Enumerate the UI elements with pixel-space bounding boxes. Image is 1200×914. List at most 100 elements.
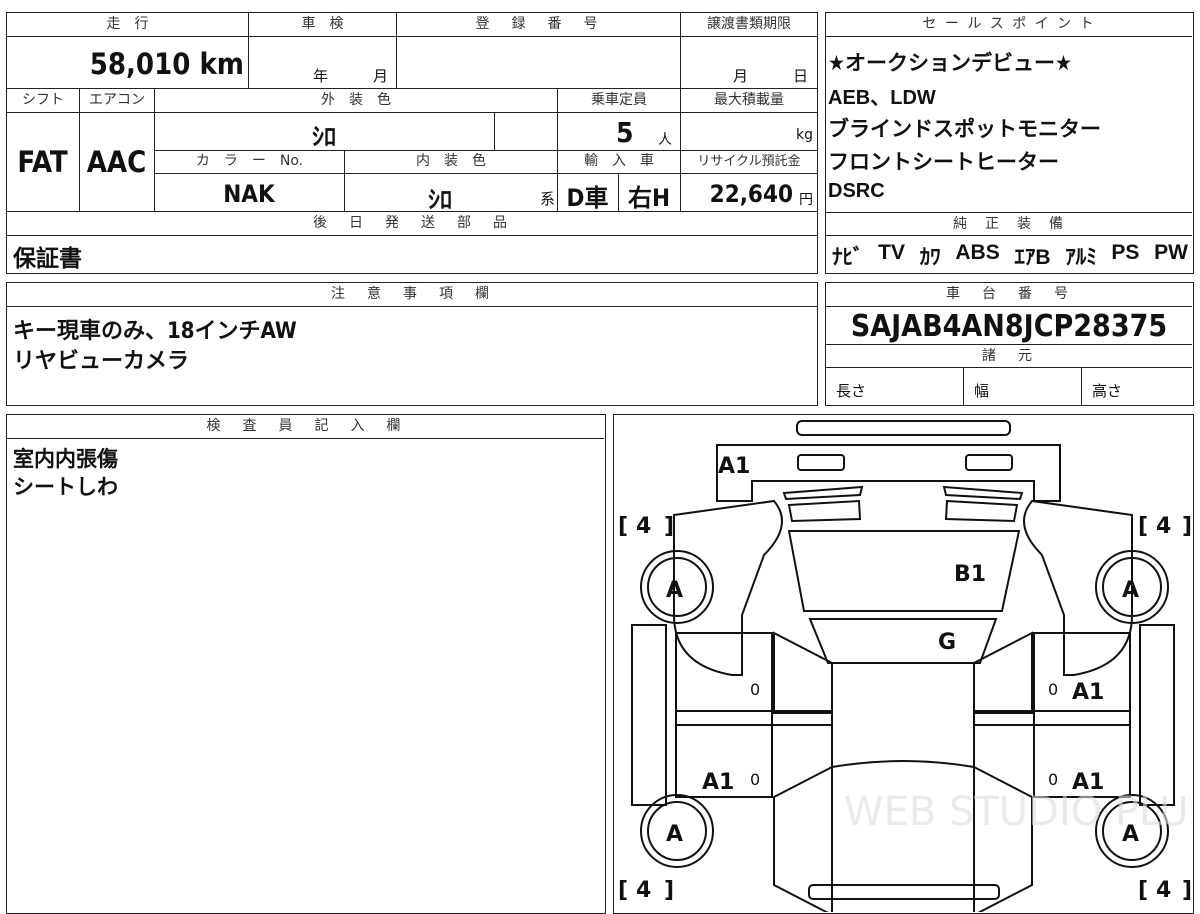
capacity-label: 乗車定員 — [558, 89, 681, 113]
notes-label: 注 意 事 項 欄 — [7, 283, 817, 307]
sales-points-box: セ ー ル ス ポ イ ン ト ★オークションデビュー★ AEB、LDW ブライ… — [825, 12, 1194, 274]
steering-value: 右H — [627, 184, 671, 212]
steering-cell: 右H — [619, 174, 681, 212]
windshield — [808, 618, 998, 664]
exterior-cell: ｼﾛ — [155, 113, 495, 151]
interior-cell: ｼﾛ 系 — [345, 174, 558, 214]
transfer-cell: 月 日 — [681, 37, 817, 89]
tread-front-right: 4 — [1156, 514, 1171, 539]
tread-bracket-left: [ — [1138, 514, 1148, 539]
later-parts-label: 後 日 発 送 部 品 — [7, 212, 817, 236]
maxload-cell: kg — [681, 113, 817, 151]
front-left-fender — [673, 499, 783, 676]
car-diagram: WEB STUDIO PLUS [ 4 ] [ 4 ] [ 4 ] [ 4 ] … — [618, 420, 1192, 912]
roof — [831, 662, 975, 912]
tread-bracket-left: [ — [618, 514, 628, 539]
maxload-label: 最大積載量 — [681, 89, 817, 113]
car-diagram-box: WEB STUDIO PLUS [ 4 ] [ 4 ] [ 4 ] [ 4 ] … — [613, 414, 1194, 914]
sales-line-1: ★オークションデビュー★ — [828, 51, 1072, 75]
capacity-cell: 5 人 — [558, 113, 681, 151]
equipment-item: ﾅﾋﾞ — [832, 246, 864, 269]
mark-door-front-right: A1 — [1072, 680, 1104, 705]
length-label: 長さ — [836, 382, 867, 400]
shift-cell: FAT — [7, 113, 80, 212]
interior-suffix: 系 — [539, 190, 555, 208]
notes-line-2: リヤビューカメラ — [13, 349, 190, 374]
tread-bracket-right: ] — [1182, 514, 1192, 539]
height-cell: 高さ — [1082, 368, 1192, 405]
mileage-value: 58,010 km — [89, 47, 244, 81]
tread-bracket-left: [ — [618, 878, 628, 903]
notes-line-1: キー現車のみ、18インチAW — [13, 319, 297, 344]
equipment-label: 純 正 装 備 — [826, 212, 1192, 236]
registration-value — [397, 37, 681, 89]
mark-front-bumper: A1 — [718, 454, 750, 479]
zero-mark: 0 — [750, 680, 760, 699]
sales-line-5: DSRC — [828, 180, 885, 202]
inspection-label: 車 検 — [249, 13, 397, 37]
zero-mark: 0 — [1048, 770, 1058, 789]
exterior-extra-cell — [495, 113, 558, 151]
transfer-month: 月 — [733, 67, 749, 85]
sales-line-4: フロントシートヒーター — [828, 150, 1059, 174]
exterior-value: ｼﾛ — [312, 123, 336, 151]
sales-points-label: セ ー ル ス ポ イ ン ト — [826, 13, 1192, 37]
mark-door-rear-left: A1 — [702, 770, 734, 795]
shift-value: FAT — [17, 145, 68, 179]
inspector-line-2: シートしわ — [13, 475, 118, 499]
color-no-value: NAK — [223, 180, 275, 208]
mark-wheel-rear-right: A — [1122, 822, 1139, 847]
grille-left — [782, 485, 864, 501]
height-label: 高さ — [1092, 382, 1123, 400]
inspection-month: 月 — [373, 67, 389, 85]
rear-bumper — [808, 884, 1000, 900]
equipment-item: ｶﾜ — [919, 246, 941, 269]
zero-mark: 0 — [750, 770, 760, 789]
exterior-label: 外 装 色 — [155, 89, 558, 113]
zero-mark: 0 — [1048, 680, 1058, 699]
headlight-right — [965, 454, 1013, 471]
inspector-line-1: 室内内張傷 — [13, 447, 118, 471]
tread-front-left: 4 — [636, 514, 651, 539]
notes-box: 注 意 事 項 欄 キー現車のみ、18インチAW リヤビューカメラ — [6, 282, 818, 406]
mark-hood: B1 — [954, 562, 986, 587]
fog-left — [787, 499, 862, 523]
color-no-label: カ ラ ー No. — [155, 151, 345, 174]
interior-value: ｼﾛ — [428, 186, 452, 214]
chassis-number: SAJAB4AN8JCP28375 — [850, 309, 1168, 344]
equipment-item: ｱﾙﾐ — [1065, 246, 1097, 269]
tread-rear-right: 4 — [1156, 878, 1171, 903]
sales-line-2: AEB、LDW — [828, 87, 936, 109]
watermark: WEB STUDIO PLUS — [844, 789, 1192, 835]
tread-bracket-right: ] — [664, 878, 674, 903]
tread-bracket-left: [ — [1138, 878, 1148, 903]
aircon-value: AAC — [86, 145, 147, 179]
equipment-item: PW — [1154, 241, 1188, 264]
import-value: D車 — [566, 184, 609, 212]
a-pillar-left — [773, 631, 833, 714]
capacity-unit: 人 — [658, 132, 672, 148]
tread-rear-left: 4 — [636, 878, 651, 903]
mileage-label: 走 行 — [7, 13, 249, 37]
recycle-unit: 円 — [799, 192, 813, 208]
aircon-cell: AAC — [80, 113, 155, 212]
recycle-label: リサイクル預託金 — [681, 151, 817, 174]
equipment-item: TV — [878, 241, 906, 264]
headlight-left — [797, 454, 845, 471]
side-right — [1139, 624, 1175, 806]
inspector-box: 検 査 員 記 入 欄 室内内張傷 シートしわ — [6, 414, 606, 914]
front-bumper-strip — [796, 420, 1011, 436]
import-cell: D車 — [558, 174, 619, 212]
mileage-cell: 58,010 km — [7, 37, 249, 89]
equipment-item: PS — [1111, 241, 1140, 264]
registration-label: 登 録 番 号 — [397, 13, 681, 37]
fog-right — [944, 499, 1019, 523]
mark-windshield: G — [938, 630, 956, 655]
mark-wheel-front-left: A — [666, 578, 683, 603]
a-pillar-right — [973, 631, 1033, 714]
equipment-item: ｴｱB — [1014, 246, 1051, 269]
inspection-cell: 年 月 — [249, 37, 397, 89]
roof-arc — [831, 760, 975, 768]
chassis-box: 車 台 番 号 SAJAB4AN8JCP28375 諸 元 長さ 幅 高さ — [825, 282, 1194, 406]
recycle-cell: 22,640 円 — [681, 174, 817, 212]
